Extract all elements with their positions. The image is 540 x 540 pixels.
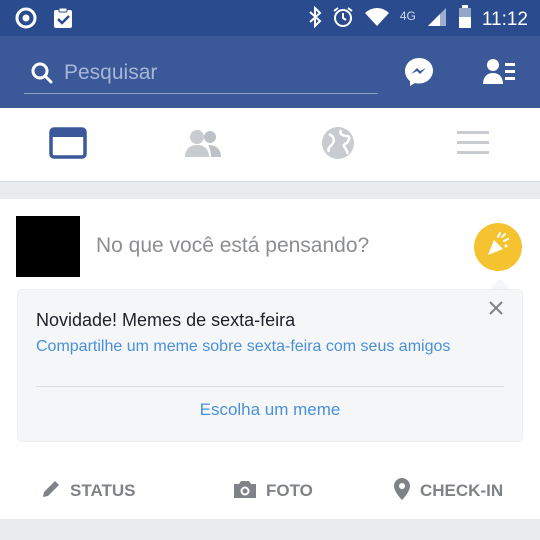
card-caret [489,279,511,290]
photo-button[interactable]: FOTO [232,471,313,511]
composer-prompt[interactable]: No que você está pensando? [96,234,369,258]
network-type: 4G [399,8,416,23]
close-icon [488,300,504,321]
clock: 11:12 [481,8,528,30]
search-bar[interactable] [24,52,378,94]
wifi-icon [364,6,390,33]
clipboard-check-icon [52,7,74,34]
news-feed-icon [48,126,87,164]
status-label: STATUS [70,481,136,500]
promo-card: Novidade! Memes de sexta-feira Compartil… [18,290,522,441]
check-in-label: CHECK-IN [420,481,504,500]
check-in-button[interactable]: CHECK-IN [392,471,503,511]
nav-tabs [0,108,540,182]
tab-notifications[interactable] [270,108,405,182]
promo-title: Novidade! Memes de sexta-feira [36,310,296,330]
party-popper-icon [484,231,512,264]
avatar[interactable] [16,216,80,277]
search-icon[interactable] [30,61,54,85]
close-button[interactable] [484,298,508,322]
alarm-icon [332,6,354,33]
signal-icon [426,6,448,33]
tab-menu[interactable] [405,108,540,182]
header-bar [0,36,540,108]
circle-app-icon [14,7,38,34]
tab-news-feed[interactable] [0,108,135,182]
camera-icon [232,478,258,505]
tab-friends[interactable] [135,108,270,182]
search-input[interactable] [64,60,364,85]
status-button[interactable]: STATUS [40,471,135,511]
sticker-button[interactable] [474,223,522,271]
location-pin-icon [392,477,412,506]
feed-divider-bottom [0,519,540,540]
choose-meme-link[interactable]: Escolha um meme [18,400,522,420]
feed-divider [0,182,540,199]
bluetooth-icon [308,5,322,33]
composer: No que você está pensando? Novidade! Mem… [0,199,540,519]
battery-icon [458,5,472,34]
status-bar: 4G 11:12 [0,0,540,36]
card-divider [36,386,504,387]
promo-subtitle[interactable]: Compartilhe um meme sobre sexta-feira co… [36,337,476,357]
friends-icon [184,128,222,163]
globe-icon [321,126,355,165]
messenger-icon[interactable] [401,54,437,90]
pencil-icon [40,478,62,505]
composer-actions: STATUS FOTO CHECK-IN [0,471,540,511]
menu-icon [456,129,490,162]
photo-label: FOTO [266,481,313,500]
friend-requests-icon[interactable] [481,54,517,90]
